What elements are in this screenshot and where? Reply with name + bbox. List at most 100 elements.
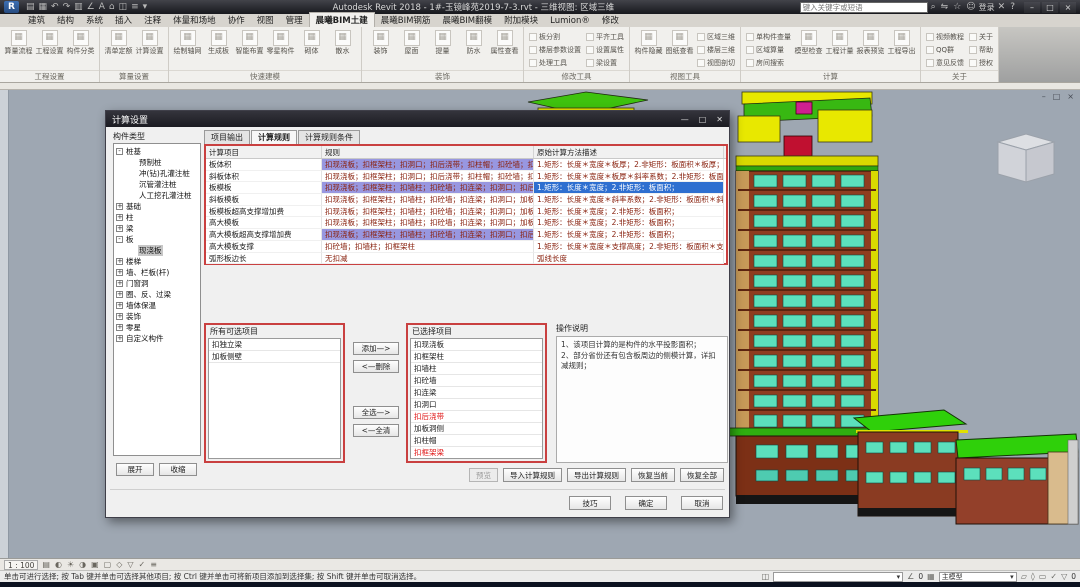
- tree-node[interactable]: + 门窗洞: [116, 278, 200, 289]
- ribbon-button[interactable]: 楼层参数设置: [529, 43, 581, 56]
- visual-style-icon[interactable]: ◐: [55, 560, 62, 569]
- ribbon-button[interactable]: ▦散水: [327, 29, 358, 56]
- tree-expander-icon[interactable]: -: [116, 148, 123, 155]
- filter-icon[interactable]: ▽: [1061, 572, 1067, 581]
- tree-node[interactable]: + 零星: [116, 322, 200, 333]
- tree-expander-icon[interactable]: +: [116, 313, 123, 320]
- ribbon-tab[interactable]: 体量和场地: [167, 13, 222, 27]
- measure-icon[interactable]: ∠: [87, 1, 95, 13]
- help-icon[interactable]: ?: [1010, 2, 1015, 12]
- list-item[interactable]: 扣框架梁: [411, 447, 542, 459]
- ribbon-button[interactable]: 视图剖切: [697, 56, 735, 69]
- view-minimize-icon[interactable]: –: [1042, 92, 1046, 101]
- ribbon-tab[interactable]: 协作: [222, 13, 251, 27]
- ribbon-tab[interactable]: 晨曦BIM土建: [309, 12, 375, 27]
- ribbon-button[interactable]: 授权: [969, 56, 993, 69]
- add-button[interactable]: 添加—>: [353, 342, 399, 355]
- select-links-icon[interactable]: ▭: [1039, 572, 1047, 581]
- select-pinned-icon[interactable]: ✓: [1050, 572, 1057, 581]
- signin-label[interactable]: 登录: [979, 2, 995, 13]
- list-item[interactable]: 扣墙柱: [411, 363, 542, 375]
- tree-expander-icon[interactable]: +: [116, 225, 123, 232]
- action-button[interactable]: 导出计算规则: [567, 468, 626, 482]
- app-store-icon[interactable]: ✕: [998, 2, 1006, 12]
- tree-node[interactable]: - 桩基: [116, 146, 200, 157]
- action-button[interactable]: 恢复全部: [680, 468, 724, 482]
- tree-expander-icon[interactable]: +: [116, 324, 123, 331]
- ribbon-button[interactable]: ▦清单定额: [103, 29, 134, 56]
- selected-items-list[interactable]: 扣现浇板扣框架柱扣墙柱扣砼墙扣连梁扣洞口扣后浇带加板洞侧扣柱帽扣框架梁扣次梁: [410, 338, 543, 459]
- expand-button[interactable]: 展开: [116, 463, 154, 476]
- available-items-list[interactable]: 扣独立梁加板侧壁: [208, 338, 341, 459]
- dialog-minimize-button[interactable]: —: [681, 115, 689, 124]
- select-all-button[interactable]: 全选—>: [353, 406, 399, 419]
- save-icon[interactable]: ▦: [39, 1, 48, 13]
- table-row[interactable]: 板模板 扣现浇板；扣框架柱；扣墙柱；扣砼墙；扣连梁；扣洞口；扣后浇带；扣柱帽 1…: [206, 182, 726, 194]
- ribbon-tab[interactable]: 结构: [51, 13, 80, 27]
- table-row[interactable]: 高大模板支撑 扣砼墙；扣墙柱；扣框架柱 1.矩形：长度＊宽度＊支撑高度；2.非矩…: [206, 241, 726, 253]
- ribbon-button[interactable]: 区域算量: [746, 43, 791, 56]
- ribbon-button[interactable]: ▦模型检查: [793, 29, 824, 56]
- list-item[interactable]: 扣连梁: [411, 387, 542, 399]
- ribbon-button[interactable]: 意见反馈: [926, 56, 964, 69]
- ribbon-button[interactable]: ▦零星构件: [265, 29, 296, 56]
- dialog-tab[interactable]: 计算规则: [251, 130, 297, 145]
- tree-node[interactable]: 预制桩: [116, 157, 200, 168]
- tree-expander-icon[interactable]: +: [116, 203, 123, 210]
- ribbon-button[interactable]: 关于: [969, 30, 993, 43]
- search-input[interactable]: [800, 2, 928, 13]
- tips-button[interactable]: 技巧: [569, 496, 611, 510]
- ribbon-tab[interactable]: 管理: [280, 13, 309, 27]
- exclude-options-icon[interactable]: ▱: [1021, 572, 1027, 581]
- view-scale[interactable]: 1 : 100: [4, 560, 38, 570]
- crop-region-icon[interactable]: ◇: [116, 560, 122, 569]
- ribbon-button[interactable]: QQ群: [926, 43, 964, 56]
- list-item[interactable]: 扣柱帽: [411, 435, 542, 447]
- ribbon-button[interactable]: ▦构件分类: [65, 29, 96, 56]
- ribbon-button[interactable]: ▦报表预览: [855, 29, 886, 56]
- default-3d-view-icon[interactable]: ⌂: [109, 1, 115, 13]
- ribbon-button[interactable]: 视频教程: [926, 30, 964, 43]
- sun-path-icon[interactable]: ☀: [67, 560, 74, 569]
- table-row[interactable]: 斜板体积 扣现浇板；扣框架柱；扣洞口；扣后浇带；扣柱帽；扣砼墙；扣墙柱 1.矩形…: [206, 171, 726, 183]
- press-drag-icon[interactable]: ◊: [1031, 572, 1035, 581]
- action-button[interactable]: 恢复当前: [631, 468, 675, 482]
- ribbon-button[interactable]: 楼层三维: [697, 43, 735, 56]
- action-button[interactable]: 预览: [469, 468, 498, 482]
- collapsed-panel-strip[interactable]: [0, 90, 9, 558]
- collapse-button[interactable]: 收缩: [159, 463, 197, 476]
- ribbon-button[interactable]: ▦防水: [458, 29, 489, 56]
- ribbon-button[interactable]: 帮助: [969, 43, 993, 56]
- ribbon-button[interactable]: ▦工程计量: [824, 29, 855, 56]
- dialog-titlebar[interactable]: 计算设置 —□✕: [106, 111, 729, 127]
- redo-icon[interactable]: ↷: [63, 1, 71, 13]
- component-type-tree[interactable]: - 桩基 预制桩 冲(钻)孔灌注桩 沉管灌注桩: [113, 143, 201, 456]
- ribbon-tab[interactable]: 晨曦BIM翻模: [436, 13, 498, 27]
- workset-select[interactable]: ▾: [773, 572, 903, 582]
- ribbon-tab[interactable]: 注释: [138, 13, 167, 27]
- ribbon-button[interactable]: ▦工程设置: [34, 29, 65, 56]
- ribbon-tab[interactable]: 附加模块: [498, 13, 544, 27]
- tree-node[interactable]: + 墙体保温: [116, 300, 200, 311]
- list-item[interactable]: 扣现浇板: [411, 339, 542, 351]
- dialog-tab[interactable]: 项目输出: [204, 130, 250, 144]
- tree-expander-icon[interactable]: +: [116, 280, 123, 287]
- list-item[interactable]: 扣后浇带: [411, 411, 542, 423]
- view-close-icon[interactable]: ×: [1067, 92, 1074, 101]
- signin-user-icon[interactable]: ☺: [966, 2, 975, 12]
- tree-node[interactable]: + 柱: [116, 212, 200, 223]
- design-option-select[interactable]: 主模型▾: [939, 572, 1017, 582]
- dialog-tab[interactable]: 计算规则条件: [298, 130, 360, 144]
- ribbon-button[interactable]: ▦生成板: [203, 29, 234, 56]
- reveal-hidden-icon[interactable]: ✓: [139, 560, 146, 569]
- dialog-close-button[interactable]: ✕: [716, 115, 723, 124]
- tree-node[interactable]: + 墙、栏板(杆): [116, 267, 200, 278]
- ribbon-button[interactable]: 单构件查量: [746, 30, 791, 43]
- tree-expander-icon[interactable]: +: [116, 258, 123, 265]
- maximize-button[interactable]: □: [1042, 2, 1058, 13]
- design-options-icon[interactable]: ▦: [927, 572, 935, 581]
- ok-button[interactable]: 确定: [625, 496, 667, 510]
- ribbon-button[interactable]: 处理工具: [529, 56, 581, 69]
- detail-level-icon[interactable]: ▤: [42, 560, 50, 569]
- tree-node[interactable]: + 梁: [116, 223, 200, 234]
